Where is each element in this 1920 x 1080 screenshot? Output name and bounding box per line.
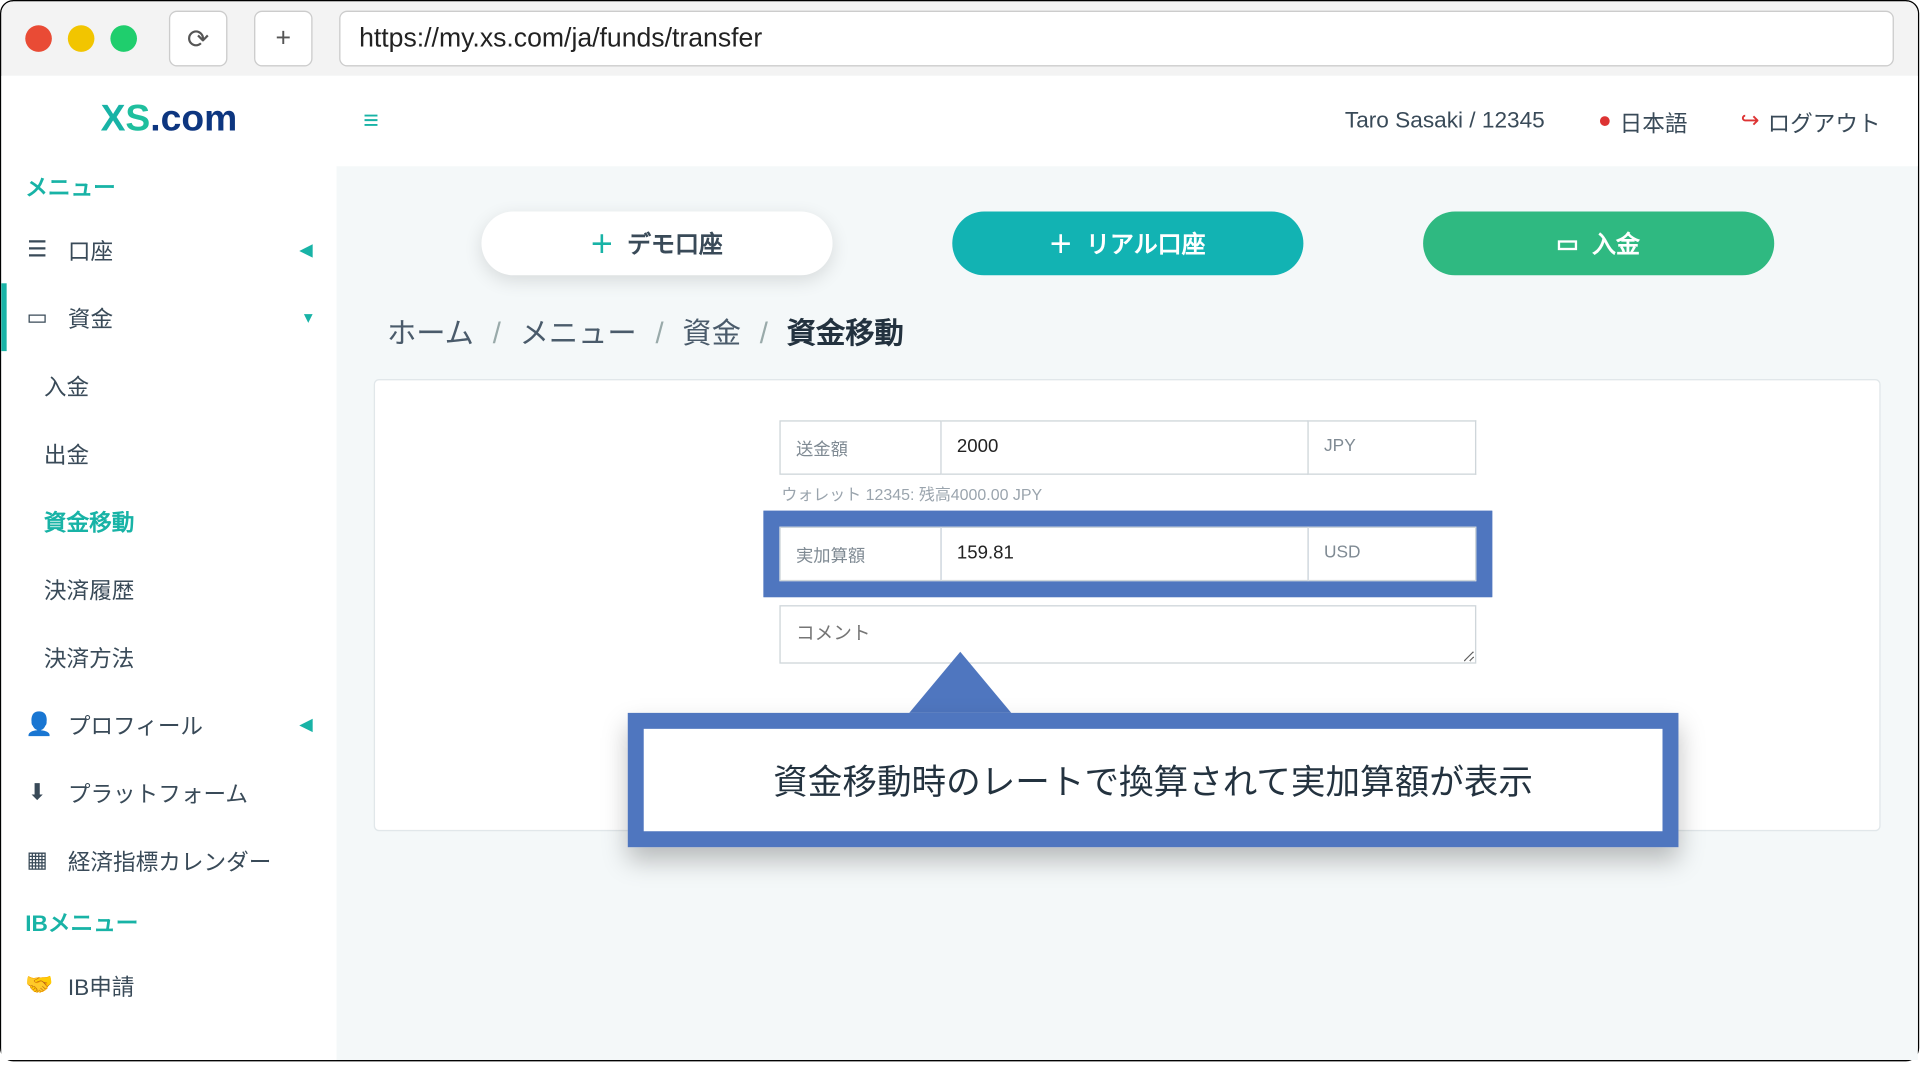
handshake-icon: 🤝 — [25, 972, 49, 999]
deposit-button[interactable]: ▭ 入金 — [1422, 211, 1773, 275]
sidebar-item-label: 経済指標カレンダー — [68, 843, 271, 876]
send-amount-label: 送金額 — [779, 420, 941, 475]
crumb-home[interactable]: ホーム — [387, 317, 474, 350]
close-window-icon[interactable] — [25, 25, 52, 52]
wallet-icon: ▭ — [25, 304, 49, 331]
topbar: ≡ Taro Sasaki / 12345 ● 日本語 ↪ ログアウト — [336, 76, 1917, 166]
download-icon: ⬇ — [25, 779, 49, 806]
language-selector[interactable]: 日本語 — [1620, 104, 1688, 137]
sidebar-item-ib-apply[interactable]: 🤝 IB申請 — [1, 951, 336, 1019]
actual-amount-highlight: 実加算額 159.81 USD — [763, 511, 1492, 597]
card-icon: ▭ — [1556, 229, 1579, 257]
new-tab-button[interactable]: + — [254, 11, 313, 67]
chevron-down-icon: ▾ — [304, 307, 313, 328]
crumb-funds[interactable]: 資金 — [682, 317, 741, 350]
hamburger-icon[interactable]: ≡ — [363, 106, 379, 137]
sidebar: XS.com メニュー ☰ 口座 ◀ ▭ 資金 ▾ 入金 出金 資金移動 決済履… — [1, 76, 336, 1060]
sidebar-sub-history[interactable]: 決済履歴 — [1, 555, 336, 623]
pill-label: デモ口座 — [627, 226, 723, 261]
chevron-left-icon: ◀ — [299, 239, 312, 260]
sidebar-item-label: 口座 — [68, 233, 113, 266]
reload-button[interactable]: ⟳ — [169, 11, 228, 67]
chevron-left-icon: ◀ — [299, 714, 312, 735]
sidebar-item-funds[interactable]: ▭ 資金 ▾ — [1, 283, 336, 351]
sidebar-item-calendar[interactable]: ▦ 経済指標カレンダー — [1, 826, 336, 894]
demo-account-button[interactable]: ＋ デモ口座 — [481, 211, 832, 275]
logo-s: S — [125, 97, 150, 138]
sidebar-item-label: IB申請 — [68, 968, 135, 1001]
annotation-callout: 資金移動時のレートで換算されて実加算額が表示 — [628, 652, 1679, 848]
actual-amount-label: 実加算額 — [779, 527, 941, 582]
sidebar-item-platform[interactable]: ⬇ プラットフォーム — [1, 758, 336, 826]
pill-label: リアル口座 — [1086, 226, 1205, 261]
maximize-window-icon[interactable] — [110, 25, 137, 52]
logout-button[interactable]: ログアウト — [1768, 104, 1881, 137]
traffic-lights — [25, 25, 137, 52]
breadcrumb: ホーム / メニュー / 資金 / 資金移動 — [336, 310, 1917, 379]
send-currency: JPY — [1308, 420, 1476, 475]
callout-text: 資金移動時のレートで換算されて実加算額が表示 — [628, 713, 1679, 847]
real-account-button[interactable]: ＋ リアル口座 — [952, 211, 1303, 275]
callout-arrow-icon — [907, 652, 1013, 716]
pill-label: 入金 — [1592, 226, 1640, 261]
actual-amount-value: 159.81 — [941, 527, 1308, 582]
sidebar-item-account[interactable]: ☰ 口座 ◀ — [1, 215, 336, 283]
sidebar-sub-transfer[interactable]: 資金移動 — [1, 487, 336, 555]
list-icon: ☰ — [25, 236, 49, 263]
transfer-form-card: 送金額 2000 JPY ウォレット 12345: 残高4000.00 JPY … — [374, 379, 1881, 831]
browser-chrome: ⟳ + https://my.xs.com/ja/funds/transfer — [1, 1, 1918, 75]
user-icon: 👤 — [25, 711, 49, 738]
crumb-current: 資金移動 — [787, 317, 904, 350]
plus-icon: ＋ — [1049, 226, 1073, 261]
plus-icon: ＋ — [590, 226, 614, 261]
sidebar-item-profile[interactable]: 👤 プロフィール ◀ — [1, 690, 336, 758]
ib-menu-heading: IBメニュー — [1, 894, 336, 951]
logout-icon: ↪ — [1741, 108, 1760, 135]
sidebar-item-label: プロフィール — [68, 708, 203, 741]
sidebar-sub-withdraw[interactable]: 出金 — [1, 419, 336, 487]
user-label[interactable]: Taro Sasaki / 12345 — [1345, 108, 1545, 135]
logo[interactable]: XS.com — [1, 89, 336, 158]
sidebar-item-label: 資金 — [68, 301, 113, 334]
send-amount-row: 送金額 2000 JPY — [779, 420, 1476, 475]
sidebar-sub-deposit[interactable]: 入金 — [1, 351, 336, 419]
sidebar-item-label: プラットフォーム — [68, 775, 248, 808]
wallet-balance-hint: ウォレット 12345: 残高4000.00 JPY — [779, 483, 1476, 506]
sidebar-sub-methods[interactable]: 決済方法 — [1, 622, 336, 690]
url-bar[interactable]: https://my.xs.com/ja/funds/transfer — [339, 11, 1894, 67]
actual-currency: USD — [1308, 527, 1476, 582]
menu-heading: メニュー — [1, 158, 336, 215]
crumb-menu[interactable]: メニュー — [520, 317, 637, 350]
flag-japan-icon: ● — [1598, 108, 1612, 135]
send-amount-input[interactable]: 2000 — [941, 420, 1308, 475]
logo-x: X — [101, 97, 126, 138]
calendar-icon: ▦ — [25, 847, 49, 874]
minimize-window-icon[interactable] — [68, 25, 95, 52]
actual-amount-row: 実加算額 159.81 USD — [779, 527, 1476, 582]
action-pills: ＋ デモ口座 ＋ リアル口座 ▭ 入金 — [336, 166, 1917, 310]
logo-dotcom: .com — [150, 97, 237, 138]
